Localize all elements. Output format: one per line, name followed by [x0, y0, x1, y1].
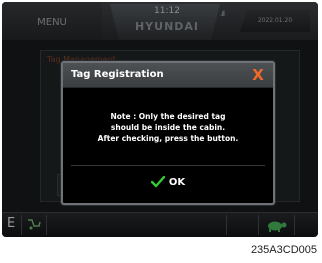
bottom-divider	[258, 215, 259, 235]
ok-button[interactable]: OK	[133, 171, 203, 193]
status-bar: MENU 11:12 HYUNDAI .ıll 2022.01.20	[2, 2, 318, 40]
menu-button[interactable]: MENU	[2, 2, 102, 40]
message-line: Note : Only the desired tag	[110, 112, 226, 121]
message-line: After checking, press the button.	[97, 134, 239, 143]
dialog-divider	[71, 165, 265, 166]
dialog-header: Tag Registration X	[63, 63, 273, 88]
message-line: should be inside the cabin.	[110, 123, 226, 132]
checkmark-icon	[150, 176, 165, 188]
dialog-message: Note : Only the desired tag should be in…	[71, 111, 265, 144]
display-screen: MENU 11:12 HYUNDAI .ıll 2022.01.20 Tag M…	[2, 2, 318, 237]
signal-icon: .ıll	[220, 10, 225, 18]
close-button[interactable]: X	[249, 67, 267, 85]
tag-registration-dialog: Tag Registration X Note : Only the desir…	[61, 61, 275, 205]
date-display: 2022.01.20	[240, 10, 310, 32]
clock: 11:12	[154, 6, 180, 16]
bottom-divider	[46, 215, 47, 235]
bottom-divider	[294, 215, 295, 235]
ok-label: OK	[168, 176, 186, 188]
dialog-title: Tag Registration	[71, 69, 164, 80]
bottom-divider	[226, 215, 227, 235]
turtle-speed-icon	[268, 221, 287, 232]
bottom-bar: E	[2, 212, 318, 237]
attachment-icon	[28, 219, 41, 230]
brand-logo: HYUNDAI	[134, 20, 200, 33]
power-mode-indicator: E	[7, 216, 16, 231]
figure-code: 235A3CD005	[250, 244, 317, 256]
bottom-divider	[21, 215, 22, 235]
